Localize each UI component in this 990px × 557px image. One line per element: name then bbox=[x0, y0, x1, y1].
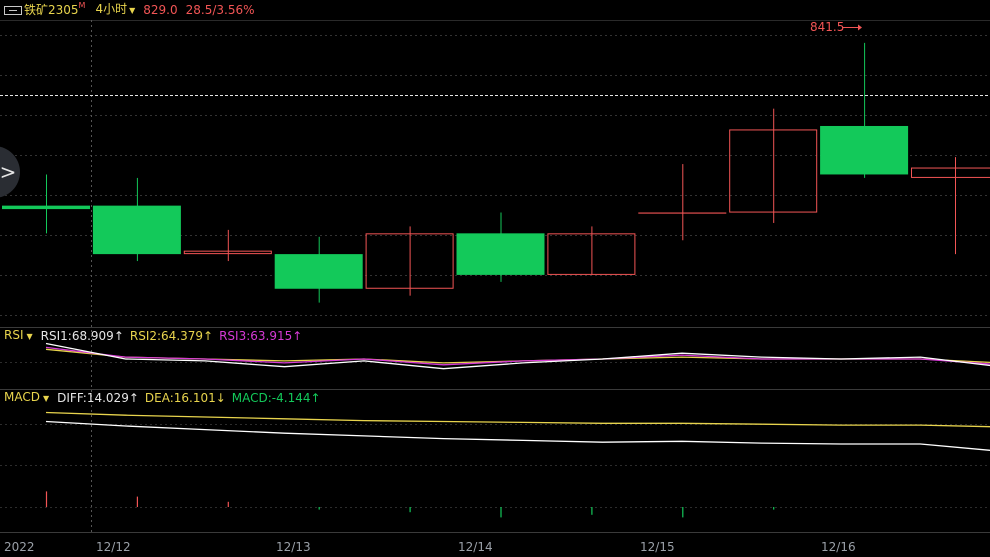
last-price: 829.0 bbox=[143, 3, 178, 17]
price-change: 28.5/3.56% bbox=[185, 3, 255, 17]
candlestick-chart bbox=[0, 20, 990, 533]
chevron-down-icon: ▼ bbox=[42, 394, 50, 403]
dea-line bbox=[45, 411, 990, 428]
rsi-legend: RSI ▼ RSI1:68.909↑ RSI2:64.379↑ RSI3:63.9… bbox=[4, 328, 302, 344]
rsi1-line bbox=[45, 342, 990, 370]
dea-value: DEA:16.101↓ bbox=[144, 391, 226, 405]
period-label: 4小时 bbox=[95, 2, 128, 16]
main-contract-badge: M bbox=[78, 1, 86, 10]
rsi-name: RSI bbox=[4, 328, 24, 342]
rsi-indicator-selector[interactable]: RSI ▼ bbox=[4, 327, 33, 345]
time-tick: 12/12 bbox=[96, 540, 131, 554]
time-tick: 12/15 bbox=[640, 540, 675, 554]
rsi3-value: RSI3:63.915↑ bbox=[219, 329, 303, 343]
candle-body bbox=[820, 125, 909, 175]
time-tick: 12/13 bbox=[276, 540, 311, 554]
diff-line bbox=[45, 420, 990, 451]
symbol-switch-icon[interactable] bbox=[4, 5, 22, 15]
chevron-down-icon: ▼ bbox=[26, 332, 33, 341]
period-selector[interactable]: 4小时 ▼ bbox=[95, 0, 135, 21]
high-marker-arrow bbox=[858, 24, 862, 31]
candle-body bbox=[911, 167, 990, 178]
macd-legend: MACD ▼ DIFF:14.029↑ DEA:16.101↓ MACD:-4.1… bbox=[4, 390, 321, 406]
chevron-right-icon: > bbox=[0, 160, 17, 184]
diff-value: DIFF:14.029↑ bbox=[57, 391, 139, 405]
time-tick: 12/16 bbox=[821, 540, 856, 554]
candle-body bbox=[92, 205, 181, 255]
symbol-name[interactable]: 铁矿2305 bbox=[24, 0, 79, 20]
rsi2-value: RSI2:64.379↑ bbox=[129, 329, 214, 343]
rsi1-value: RSI1:68.909↑ bbox=[40, 329, 124, 343]
candle-body bbox=[274, 254, 363, 289]
rsi2-line bbox=[45, 346, 990, 366]
macd-name: MACD bbox=[4, 390, 40, 404]
chart-header: 铁矿2305 M 4小时 ▼ 829.0 28.5/3.56% bbox=[0, 0, 255, 20]
time-tick: 2022 bbox=[4, 540, 35, 554]
macd-value: MACD:-4.144↑ bbox=[231, 391, 321, 405]
candle-body bbox=[2, 205, 90, 210]
macd-indicator-selector[interactable]: MACD ▼ bbox=[4, 389, 49, 407]
time-tick: 12/14 bbox=[458, 540, 493, 554]
high-price-label: 841.5 bbox=[810, 20, 845, 34]
candle-body bbox=[183, 250, 272, 255]
chevron-down-icon: ▼ bbox=[129, 6, 136, 15]
candle-body bbox=[456, 233, 545, 275]
